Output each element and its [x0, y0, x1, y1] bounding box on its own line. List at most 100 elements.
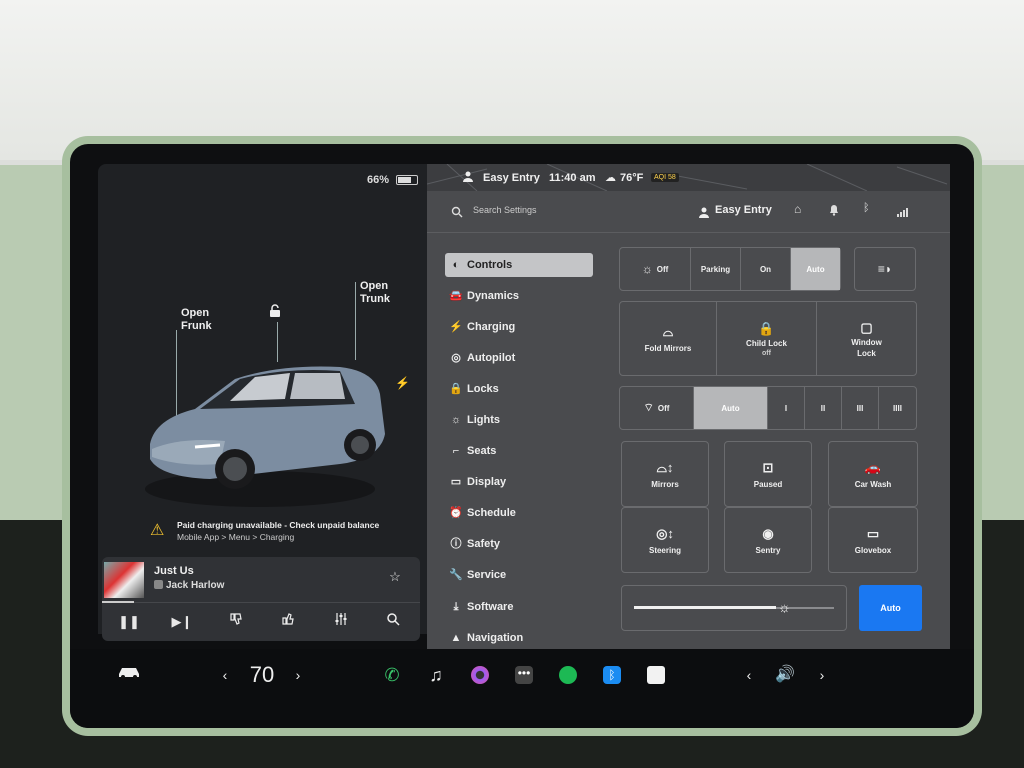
pause-icon[interactable]: ❚❚ [116, 611, 142, 633]
camera-app-icon[interactable] [468, 663, 492, 687]
lights-on-option[interactable]: On [741, 248, 791, 290]
child-lock-button[interactable]: 🔒 Child Lock off [717, 302, 817, 375]
unlock-icon[interactable] [268, 304, 282, 321]
wipers-off-label: Off [657, 403, 670, 413]
wipers-selector: ⌔ Off Auto I II III IIII [619, 386, 917, 430]
menu-item-lights[interactable]: ☼ Lights [445, 408, 593, 432]
topbar-profile-name[interactable]: Easy Entry [483, 172, 540, 184]
menu-label: Display [467, 476, 507, 488]
next-track-icon[interactable]: ▶❙ [169, 611, 195, 633]
toggle-icon: ◐ [452, 259, 460, 271]
wipers-speed-2-label: II [820, 403, 826, 413]
brightness-control: ☼ [621, 585, 847, 631]
wipers-auto-label: Auto [721, 403, 740, 413]
lock-controls-group: ⌓ Fold Mirrors 🔒 Child Lock off ▢ Window… [619, 301, 917, 376]
cabin-temperature[interactable]: 70 [242, 663, 282, 687]
spotify-icon[interactable] [556, 663, 580, 687]
car-wash-button[interactable]: 🚗 Car Wash [828, 441, 918, 507]
menu-item-software[interactable]: ⤓ Software [445, 595, 593, 619]
menu-label: Software [467, 601, 514, 613]
download-icon: ⤓ [453, 601, 459, 613]
album-art[interactable] [104, 562, 144, 598]
wipers-speed-1-label: I [784, 403, 788, 413]
menu-item-charging[interactable]: ⚡ Charging [445, 315, 593, 339]
battery-icon [396, 175, 418, 185]
wipers-speed-3[interactable]: III [842, 387, 879, 429]
menu-item-schedule[interactable]: ⏰ Schedule [445, 501, 593, 525]
temp-increase-arrow[interactable]: › [291, 663, 305, 687]
homelink-icon[interactable]: ⌂ [794, 202, 801, 216]
menu-item-safety[interactable]: ⓘ Safety [445, 532, 593, 556]
trunk-label-2: Trunk [360, 293, 390, 305]
settings-header: Search Settings Easy Entry ⌂ ᛒ [427, 192, 950, 233]
media-player: Just Us Jack Harlow ☆ ❚❚ ▶❙ [102, 557, 420, 641]
window-lock-button[interactable]: ▢ Window Lock [817, 302, 916, 375]
favorite-star-icon[interactable]: ☆ [382, 566, 408, 588]
profile-icon [463, 171, 473, 185]
charging-alert[interactable]: ⚠ Paid charging unavailable - Check unpa… [145, 516, 385, 550]
wipers-speed-1[interactable]: I [768, 387, 805, 429]
steering-wheel-icon: ◎ [451, 352, 461, 364]
dashcam-button[interactable]: ⊡ Paused [724, 441, 812, 507]
search-settings-input[interactable]: Search Settings [473, 205, 537, 215]
fold-mirrors-label: Fold Mirrors [644, 344, 692, 353]
volume-increase-arrow[interactable]: › [815, 663, 829, 687]
media-divider [102, 602, 420, 603]
open-trunk-button[interactable]: Open Trunk [360, 280, 390, 306]
thumbs-down-icon[interactable] [223, 611, 249, 633]
lights-parking-option[interactable]: Parking [691, 248, 741, 290]
music-icon[interactable]: ♫ [424, 663, 448, 687]
charge-port-icon[interactable]: ⚡ [395, 376, 410, 390]
media-search-icon[interactable] [380, 611, 406, 633]
calendar-icon[interactable] [644, 663, 668, 687]
fold-mirrors-button[interactable]: ⌓ Fold Mirrors [620, 302, 717, 375]
mirrors-button[interactable]: ⌓↕ Mirrors [621, 441, 709, 507]
menu-item-seats[interactable]: ⌐ Seats [445, 439, 593, 463]
glovebox-label: Glovebox [854, 545, 892, 555]
phone-icon[interactable]: ✆ [380, 663, 404, 687]
volume-decrease-arrow[interactable]: ‹ [742, 663, 756, 687]
lte-signal-icon [891, 204, 909, 222]
lights-off-option[interactable]: ☼ Off [620, 248, 691, 290]
thumbs-up-icon[interactable] [275, 611, 301, 633]
lights-auto-label: Auto [806, 264, 825, 274]
wipers-speed-4[interactable]: IIII [879, 387, 916, 429]
header-profile-icon [699, 205, 709, 223]
brightness-sun-icon[interactable]: ☼ [778, 599, 791, 615]
auto-high-beam-button[interactable]: ≡◗ [854, 247, 916, 291]
artist-source-icon [154, 580, 163, 589]
bluetooth-icon[interactable]: ᛒ [863, 202, 870, 214]
glovebox-button[interactable]: ▭ Glovebox [828, 507, 918, 573]
high-beam-icon: ≡◗ [877, 262, 893, 276]
more-apps-icon[interactable]: ••• [512, 663, 536, 687]
seat-icon: ⌐ [452, 445, 460, 457]
bluetooth-app-icon[interactable]: ᛒ [600, 663, 624, 687]
open-frunk-button[interactable]: Open Frunk [181, 307, 212, 333]
menu-item-autopilot[interactable]: ◎ Autopilot [445, 346, 593, 370]
menu-item-display[interactable]: ▭ Display [445, 470, 593, 494]
header-profile-name[interactable]: Easy Entry [715, 204, 772, 216]
menu-item-dynamics[interactable]: 🚘 Dynamics [445, 284, 593, 308]
lights-auto-option[interactable]: Auto [791, 248, 840, 290]
wipers-auto-option[interactable]: Auto [694, 387, 768, 429]
volume-icon[interactable]: 🔊 [770, 663, 800, 687]
menu-item-locks[interactable]: 🔒 Locks [445, 377, 593, 401]
menu-item-controls[interactable]: ◐ Controls [445, 253, 593, 277]
steering-adjust-icon: ◎↕ [656, 525, 674, 541]
child-lock-state: off [762, 349, 771, 357]
brightness-auto-button[interactable]: Auto [859, 585, 922, 631]
temp-decrease-arrow[interactable]: ‹ [218, 663, 232, 687]
steering-button[interactable]: ◎↕ Steering [621, 507, 709, 573]
menu-item-service[interactable]: 🔧 Service [445, 563, 593, 587]
car-icon[interactable] [116, 663, 142, 687]
sentry-button[interactable]: ◉ Sentry [724, 507, 812, 573]
warning-icon: ⚠ [150, 522, 165, 539]
track-progress[interactable] [102, 601, 134, 603]
equalizer-icon[interactable] [328, 611, 354, 633]
notification-bell-icon[interactable] [829, 203, 839, 221]
wipers-speed-2[interactable]: II [805, 387, 842, 429]
menu-item-navigation[interactable]: ▲ Navigation [445, 626, 593, 650]
child-lock-label: Child Lock [746, 338, 787, 348]
wipers-speed-3-label: III [856, 403, 864, 413]
wipers-off-option[interactable]: ⌔ Off [620, 387, 694, 429]
